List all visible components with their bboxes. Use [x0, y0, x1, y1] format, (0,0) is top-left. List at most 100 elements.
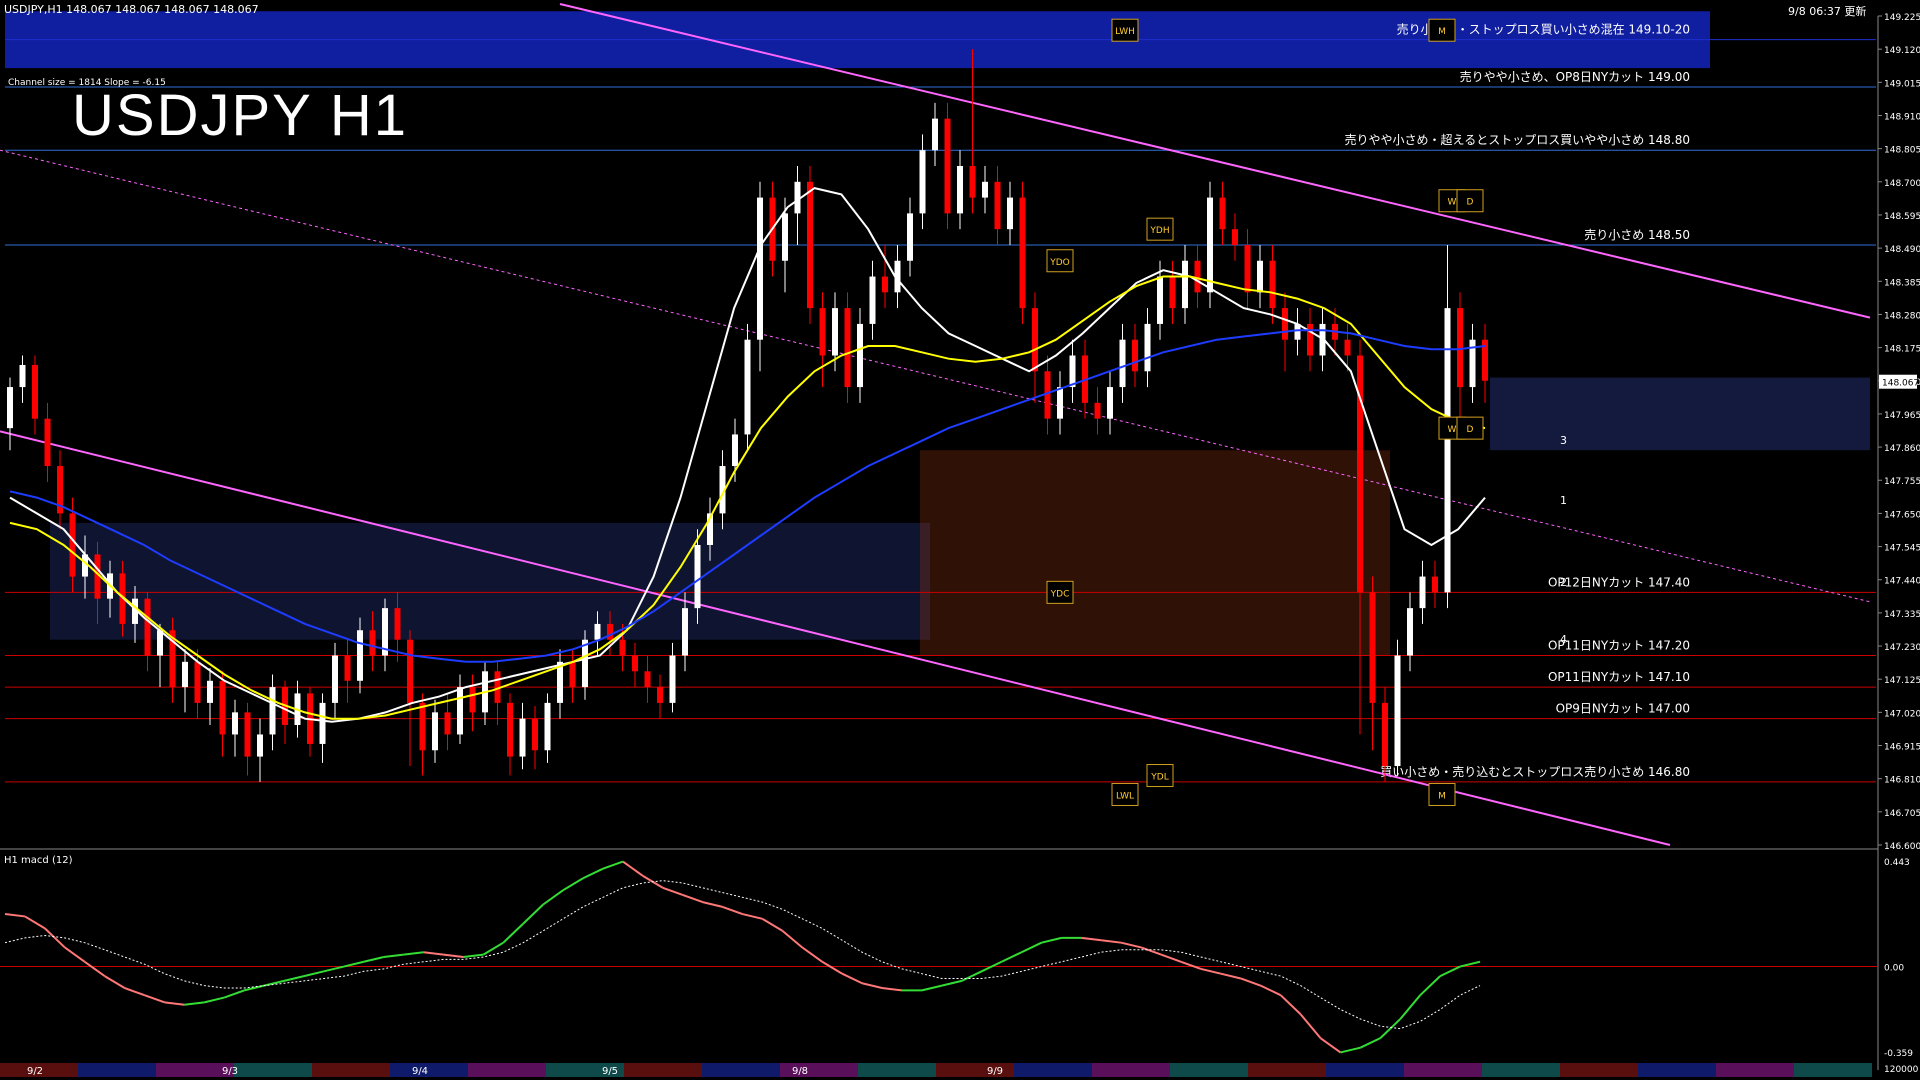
candle-body-82 [1032, 308, 1038, 372]
projection-label-0: 3 [1560, 434, 1567, 447]
level-label-1: 売りやや小さめ、OP8日NYカット 149.00 [1460, 69, 1690, 84]
candle-body-104 [1307, 323, 1313, 356]
candle-body-34 [432, 712, 438, 751]
macd-tick-label-1: 0.00 [1884, 964, 1904, 974]
marker-label-5: LWL [1116, 791, 1134, 801]
date-label-3: 9/5 [602, 1066, 618, 1077]
price-tick-label-19: 147.230 [1884, 643, 1920, 653]
candle-body-14 [182, 661, 188, 688]
candle-body-46 [582, 639, 588, 688]
price-tick-label-6: 148.595 [1884, 212, 1920, 222]
marker-label-11: M [1438, 791, 1446, 801]
candle-body-0 [7, 387, 13, 429]
candle-body-15 [194, 661, 201, 703]
price-tick-label-21: 147.020 [1884, 709, 1920, 719]
candle-body-115 [1444, 308, 1451, 593]
candle-body-77 [969, 166, 976, 198]
candle-body-17 [219, 680, 226, 735]
candle-body-102 [1282, 308, 1288, 340]
price-tick-label-3: 148.910 [1884, 112, 1920, 122]
date-strip-cell-23 [1794, 1063, 1872, 1077]
date-strip-cell-18 [1404, 1063, 1482, 1077]
price-tick-label-9: 148.280 [1884, 311, 1920, 321]
date-strip-cell-5 [390, 1063, 468, 1077]
candle-body-98 [1232, 229, 1238, 245]
candle-body-33 [419, 702, 426, 751]
price-tick-label-16: 147.545 [1884, 544, 1920, 554]
candle-body-53 [669, 655, 676, 703]
candle-body-5 [69, 513, 76, 577]
candle-body-111 [1394, 655, 1401, 767]
candle-body-52 [657, 687, 663, 703]
candle-body-2 [32, 364, 38, 419]
level-label-4: OP12日NYカット 147.40 [1548, 575, 1690, 589]
candle-body-66 [832, 308, 838, 356]
candle-body-19 [244, 712, 251, 757]
candle-body-96 [1207, 197, 1213, 293]
candle-body-78 [982, 181, 988, 198]
price-tick-label-14: 147.755 [1884, 477, 1920, 487]
date-strip-cell-6 [468, 1063, 546, 1077]
cloud-blue-future [1490, 377, 1870, 451]
candle-body-114 [1432, 576, 1438, 593]
date-strip-cell-8 [624, 1063, 702, 1077]
candle-body-32 [407, 639, 413, 703]
price-tick-label-18: 147.335 [1884, 610, 1920, 620]
candle-body-43 [544, 702, 551, 751]
candle-body-47 [594, 623, 601, 640]
candle-body-94 [1182, 260, 1188, 309]
candle-body-69 [869, 276, 876, 324]
date-strip-cell-11 [858, 1063, 936, 1077]
candle-body-59 [744, 339, 751, 435]
date-strip-cell-22 [1716, 1063, 1794, 1077]
marker-label-2: YDO [1049, 258, 1070, 268]
candle-body-25 [319, 702, 326, 744]
candle-body-90 [1132, 339, 1138, 372]
candle-body-37 [469, 687, 476, 713]
projection-label-2: 2 [1560, 576, 1567, 589]
candle-body-31 [394, 608, 401, 640]
date-strip-cell-19 [1482, 1063, 1560, 1077]
marker-label-4: YDL [1150, 773, 1168, 783]
date-strip-cell-14 [1092, 1063, 1170, 1077]
projection-label-3: 4 [1560, 633, 1567, 646]
candle-body-36 [457, 687, 463, 735]
candle-body-88 [1107, 387, 1113, 419]
candle-body-20 [257, 734, 263, 757]
price-tick-label-20: 147.125 [1884, 676, 1920, 686]
candle-body-51 [644, 671, 651, 688]
candle-body-87 [1094, 402, 1101, 419]
marker-label-10: M [1438, 27, 1446, 37]
price-chart[interactable]: 売り小さめ・ストップロス買い小さめ混在 149.10-20売りやや小さめ、OP8… [0, 0, 1920, 1080]
candle-body-81 [1019, 197, 1026, 309]
price-tick-label-8: 148.385 [1884, 278, 1920, 288]
candle-body-73 [919, 150, 926, 214]
price-tick-label-10: 148.175 [1884, 345, 1920, 355]
price-tick-label-24: 146.705 [1884, 809, 1920, 819]
candle-body-42 [532, 718, 538, 751]
clock-label: 9/8 06:37 更新 [1788, 5, 1867, 18]
candle-body-58 [732, 434, 738, 467]
macd-label: H1 macd (12) [4, 855, 73, 866]
candle-body-80 [1007, 197, 1013, 230]
candle-body-70 [882, 276, 888, 293]
date-label-4: 9/8 [792, 1066, 808, 1077]
cloud-blue [50, 522, 930, 640]
price-tick-label-13: 147.860 [1884, 444, 1920, 454]
chart-window[interactable]: 売り小さめ・ストップロス買い小さめ混在 149.10-20 売りやや小さめ、OP8… [0, 0, 1920, 1080]
candle-body-100 [1257, 260, 1263, 293]
candle-body-55 [694, 544, 701, 609]
candle-body-107 [1344, 339, 1351, 356]
candle-body-26 [332, 655, 338, 703]
candle-body-97 [1219, 197, 1226, 230]
candle-body-84 [1057, 387, 1063, 419]
candle-body-11 [144, 598, 151, 656]
macd-tick-label-2: -0.359 [1884, 1049, 1913, 1059]
price-tick-label-15: 147.650 [1884, 510, 1920, 520]
level-label-8: 買い小さめ・売り込むとストップロス売り小さめ 146.80 [1380, 764, 1690, 779]
candle-body-112 [1407, 608, 1413, 656]
candle-body-16 [207, 680, 213, 703]
candle-body-27 [344, 655, 351, 681]
marker-label-6: W [1448, 198, 1457, 208]
candle-body-12 [157, 630, 163, 656]
